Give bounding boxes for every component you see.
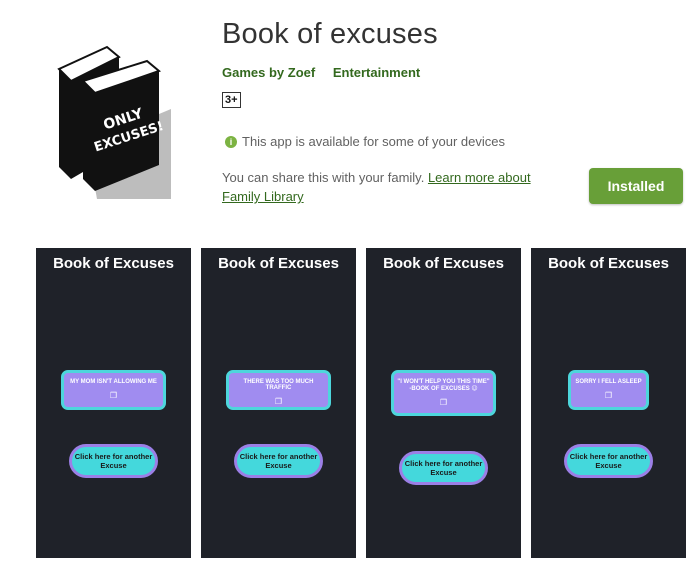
screenshot-title: Book of Excuses xyxy=(548,255,669,272)
info-icon: i xyxy=(225,135,237,148)
availability-notice: i This app is available for some of your… xyxy=(225,134,505,149)
copy-icon: ❐ xyxy=(274,397,283,406)
screenshot-title: Book of Excuses xyxy=(53,255,174,272)
share-text: You can share this with your family. xyxy=(222,170,425,185)
excuse-text: SORRY I FELL ASLEEP xyxy=(575,379,642,385)
excuse-text: THERE WAS TOO MUCH TRAFFIC xyxy=(243,379,314,391)
category-link[interactable]: Entertainment xyxy=(333,65,420,80)
excuse-card: MY MOM ISN'T ALLOWING ME ❐ xyxy=(61,370,166,410)
app-icon: ONLY EXCUSES! xyxy=(57,39,171,199)
availability-text: This app is available for some of your d… xyxy=(242,134,506,149)
copy-icon: ❐ xyxy=(604,391,613,400)
family-share-text: You can share this with your family. Lea… xyxy=(222,168,542,206)
screenshot-2[interactable]: Book of Excuses THERE WAS TOO MUCH TRAFF… xyxy=(201,248,356,558)
installed-button[interactable]: Installed xyxy=(589,168,683,204)
screenshot-4[interactable]: Book of Excuses SORRY I FELL ASLEEP ❐ Cl… xyxy=(531,248,686,558)
copy-icon: ❐ xyxy=(439,398,448,407)
excuse-card: THERE WAS TOO MUCH TRAFFIC ❐ xyxy=(226,370,331,410)
screenshot-1[interactable]: Book of Excuses MY MOM ISN'T ALLOWING ME… xyxy=(36,248,191,558)
content-rating-badge: 3+ xyxy=(222,92,241,108)
copy-icon: ❐ xyxy=(109,391,118,400)
screenshot-title: Book of Excuses xyxy=(218,255,339,272)
excuse-text: MY MOM ISN'T ALLOWING ME xyxy=(70,379,157,385)
screenshot-title: Book of Excuses xyxy=(383,255,504,272)
another-excuse-button: Click here for another Excuse xyxy=(234,444,323,478)
screenshot-3[interactable]: Book of Excuses "I WON'T HELP YOU THIS T… xyxy=(366,248,521,558)
another-excuse-button: Click here for another Excuse xyxy=(564,444,653,478)
app-title: Book of excuses xyxy=(222,18,438,50)
app-meta: Games by Zoef Entertainment xyxy=(222,65,434,80)
excuse-text: "I WON'T HELP YOU THIS TIME" -BOOK OF EX… xyxy=(397,379,490,392)
another-excuse-button: Click here for another Excuse xyxy=(399,451,488,485)
excuse-card: SORRY I FELL ASLEEP ❐ xyxy=(568,370,649,410)
another-excuse-button: Click here for another Excuse xyxy=(69,444,158,478)
excuse-card: "I WON'T HELP YOU THIS TIME" -BOOK OF EX… xyxy=(391,370,496,416)
developer-link[interactable]: Games by Zoef xyxy=(222,65,315,80)
